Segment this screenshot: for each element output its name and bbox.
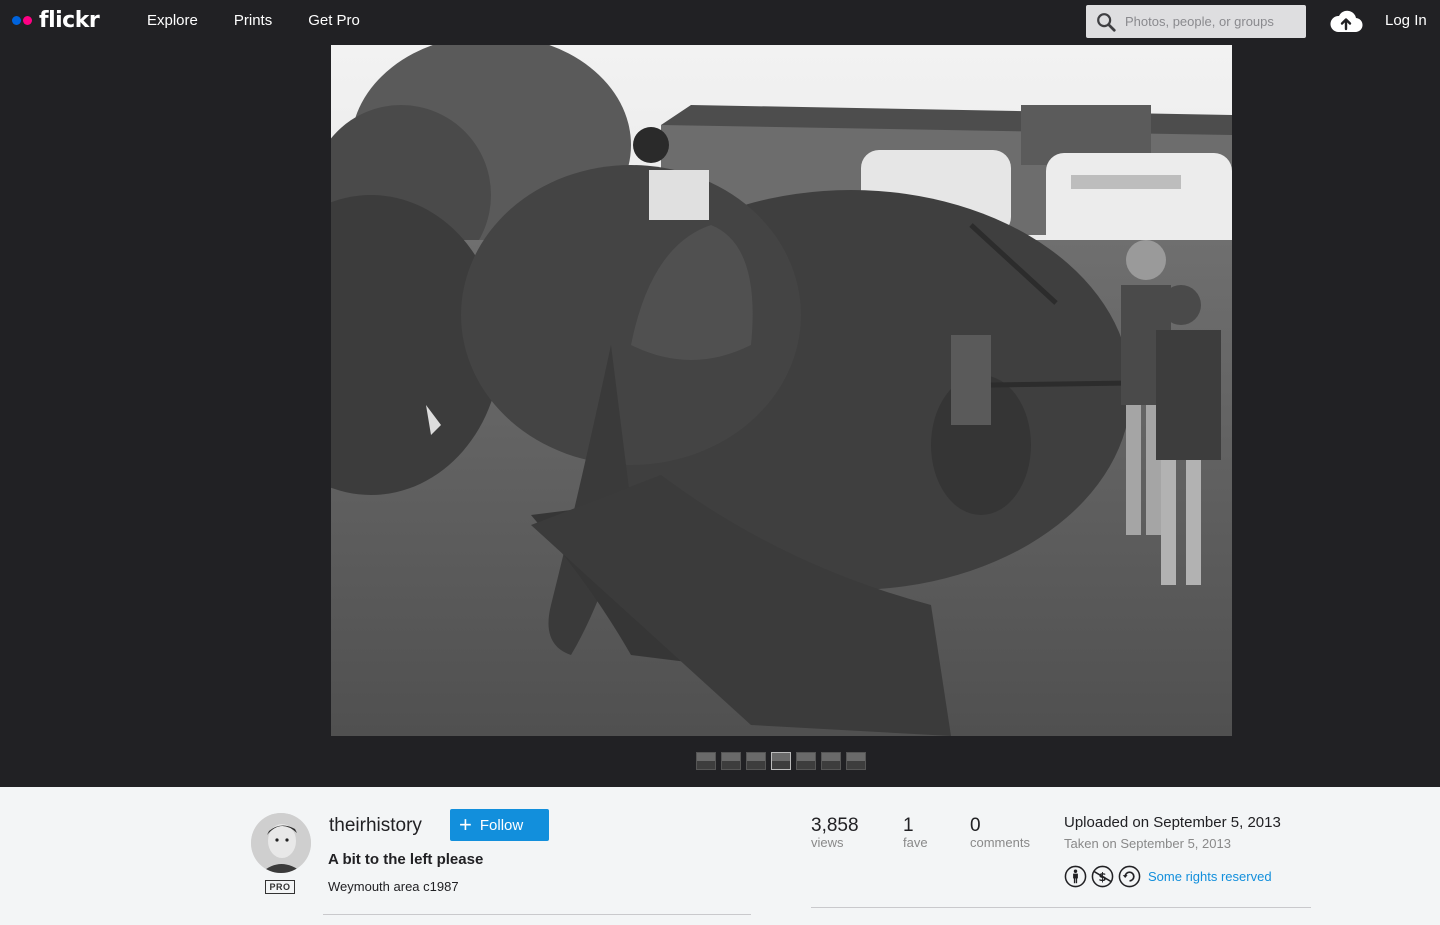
avatar[interactable] xyxy=(251,813,311,873)
taken-date: Taken on September 5, 2013 xyxy=(1064,836,1231,851)
faves-label: fave xyxy=(903,835,928,850)
nav-get-pro[interactable]: Get Pro xyxy=(308,12,360,29)
flickr-logo[interactable]: flickr xyxy=(12,7,100,33)
photo-description: Weymouth area c1987 xyxy=(328,879,459,894)
views-label: views xyxy=(811,835,844,850)
owner-username[interactable]: theirhistory xyxy=(329,815,422,837)
follow-button[interactable]: + Follow xyxy=(450,809,549,841)
nav-explore[interactable]: Explore xyxy=(147,12,198,29)
cc-sharealike-icon[interactable] xyxy=(1118,865,1141,888)
login-link[interactable]: Log In xyxy=(1385,12,1427,29)
filmstrip-thumb-2[interactable] xyxy=(721,752,741,770)
plus-icon: + xyxy=(459,812,472,837)
faves-stat: 1 fave xyxy=(903,815,928,850)
search-icon[interactable] xyxy=(1095,11,1117,33)
logo-blue-dot xyxy=(12,15,21,25)
elephant-photo-illustration xyxy=(331,45,1232,736)
nav-prints[interactable]: Prints xyxy=(234,12,272,29)
filmstrip xyxy=(696,752,871,770)
main-photo[interactable] xyxy=(331,45,1232,736)
photo-title: A bit to the left please xyxy=(328,851,484,868)
search-box[interactable] xyxy=(1086,5,1306,38)
license-icons: $ xyxy=(1064,865,1145,888)
cc-by-icon[interactable] xyxy=(1064,865,1087,888)
logo-text: flickr xyxy=(39,7,100,33)
comments-count: 0 xyxy=(970,815,981,836)
uploaded-date: Uploaded on September 5, 2013 xyxy=(1064,814,1281,831)
divider xyxy=(323,914,751,915)
filmstrip-thumb-3[interactable] xyxy=(746,752,766,770)
comments-stat: 0 comments xyxy=(970,815,1030,850)
comments-label: comments xyxy=(970,835,1030,850)
views-count: 3,858 xyxy=(811,815,859,836)
upload-cloud-icon[interactable] xyxy=(1329,8,1363,34)
filmstrip-thumb-6[interactable] xyxy=(821,752,841,770)
license-link[interactable]: Some rights reserved xyxy=(1148,869,1272,884)
search-input[interactable] xyxy=(1125,14,1295,29)
top-nav-bar: flickr Explore Prints Get Pro Log In xyxy=(0,0,1440,40)
filmstrip-thumb-7[interactable] xyxy=(846,752,866,770)
filmstrip-thumb-5[interactable] xyxy=(796,752,816,770)
pro-badge: PRO xyxy=(265,880,295,894)
photo-stage xyxy=(0,40,1440,787)
filmstrip-thumb-1[interactable] xyxy=(696,752,716,770)
views-stat: 3,858 views xyxy=(811,815,859,850)
filmstrip-thumb-4[interactable] xyxy=(771,752,791,770)
main-nav: Explore Prints Get Pro xyxy=(147,0,396,40)
faves-count: 1 xyxy=(903,815,914,836)
divider xyxy=(811,907,1311,908)
follow-label: Follow xyxy=(479,816,524,834)
logo-pink-dot xyxy=(23,15,32,25)
cc-noncommercial-icon[interactable]: $ xyxy=(1091,865,1114,888)
